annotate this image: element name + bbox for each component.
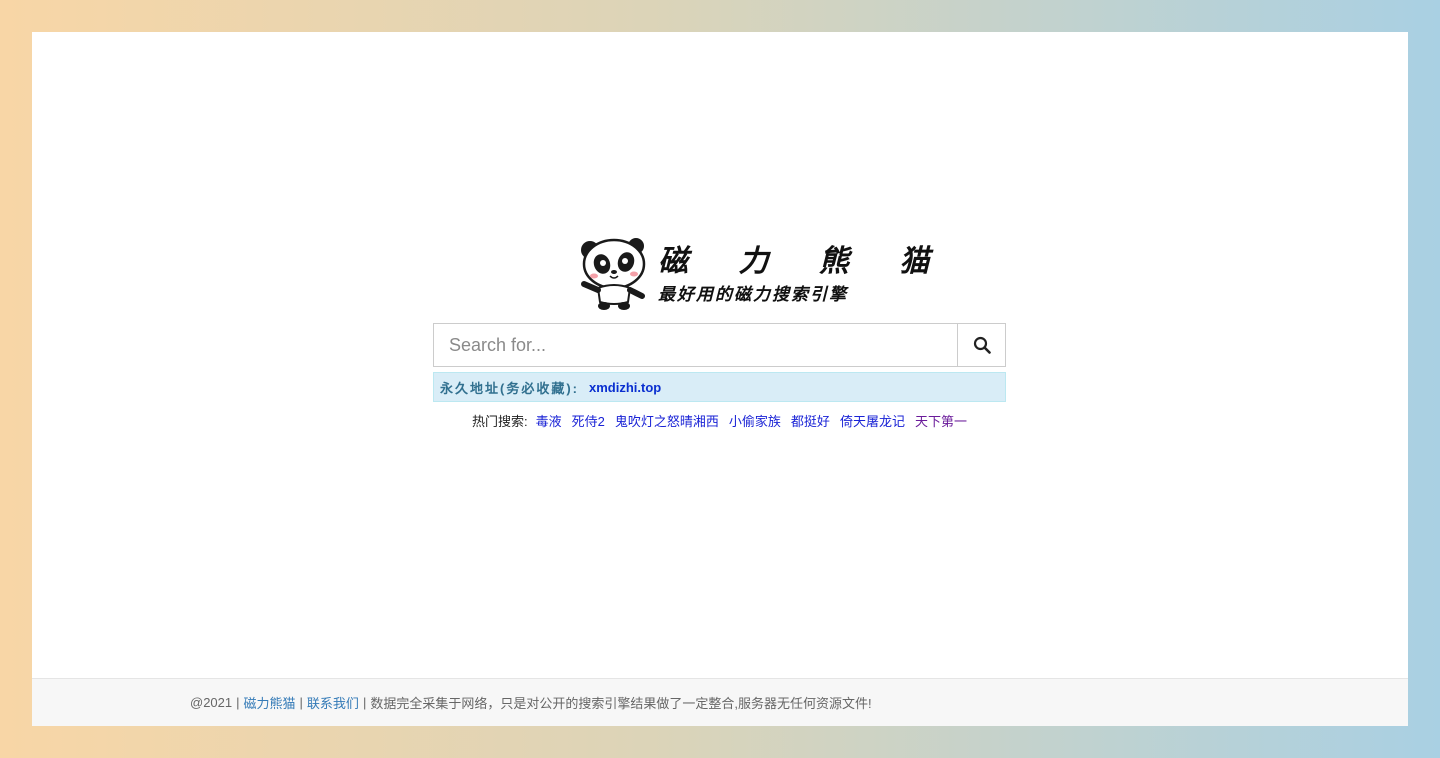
permanent-address-notice: 永久地址(务必收藏): xmdizhi.top xyxy=(433,372,1006,402)
footer-disclaimer: 数据完全采集于网络，只是对公开的搜索引擎结果做了一定整合,服务器无任何资源文件! xyxy=(370,696,872,711)
footer: @2021 | 磁力熊猫 | 联系我们 | 数据完全采集于网络，只是对公开的搜索… xyxy=(32,678,1408,726)
notice-label: 永久地址(务必收藏): xyxy=(440,380,579,396)
hot-search-link[interactable]: 毒液 xyxy=(536,411,562,430)
footer-site-link[interactable]: 磁力熊猫 xyxy=(244,693,296,712)
search-input[interactable] xyxy=(433,323,957,367)
footer-copyright: @2021 xyxy=(190,695,233,710)
hot-search-link[interactable]: 天下第一 xyxy=(915,411,967,430)
hot-search-link[interactable]: 小偷家族 xyxy=(729,411,781,430)
search-bar xyxy=(433,323,1006,367)
site-logo[interactable]: 磁 力 熊 猫 最好用的磁力搜索引擎 xyxy=(576,232,950,314)
footer-divider: | xyxy=(236,695,240,710)
hot-search-link[interactable]: 鬼吹灯之怒晴湘西 xyxy=(615,411,719,430)
footer-contact-link[interactable]: 联系我们 xyxy=(307,693,359,712)
hot-search-label: 热门搜索: xyxy=(472,413,528,429)
logo-title: 磁 力 熊 猫 xyxy=(658,244,950,279)
logo-subtitle: 最好用的磁力搜索引擎 xyxy=(658,285,848,305)
hot-search-link[interactable]: 死侍2 xyxy=(572,411,605,430)
search-icon xyxy=(973,336,991,354)
browser-window: 磁 力 熊 猫 最好用的磁力搜索引擎 永久地址(务必收藏): xmdizhi.t… xyxy=(32,32,1408,726)
footer-divider: | xyxy=(299,695,303,710)
hot-search-bar: 热门搜索: 毒液 死侍2 鬼吹灯之怒晴湘西 小偷家族 都挺好 倚天屠龙记 天下第… xyxy=(433,410,1006,430)
permanent-address-link[interactable]: xmdizhi.top xyxy=(589,380,661,395)
panda-icon xyxy=(581,238,646,310)
search-button[interactable] xyxy=(957,323,1006,367)
hot-search-link[interactable]: 倚天屠龙记 xyxy=(840,411,905,430)
footer-divider: | xyxy=(362,695,367,710)
hot-search-link[interactable]: 都挺好 xyxy=(791,411,830,430)
